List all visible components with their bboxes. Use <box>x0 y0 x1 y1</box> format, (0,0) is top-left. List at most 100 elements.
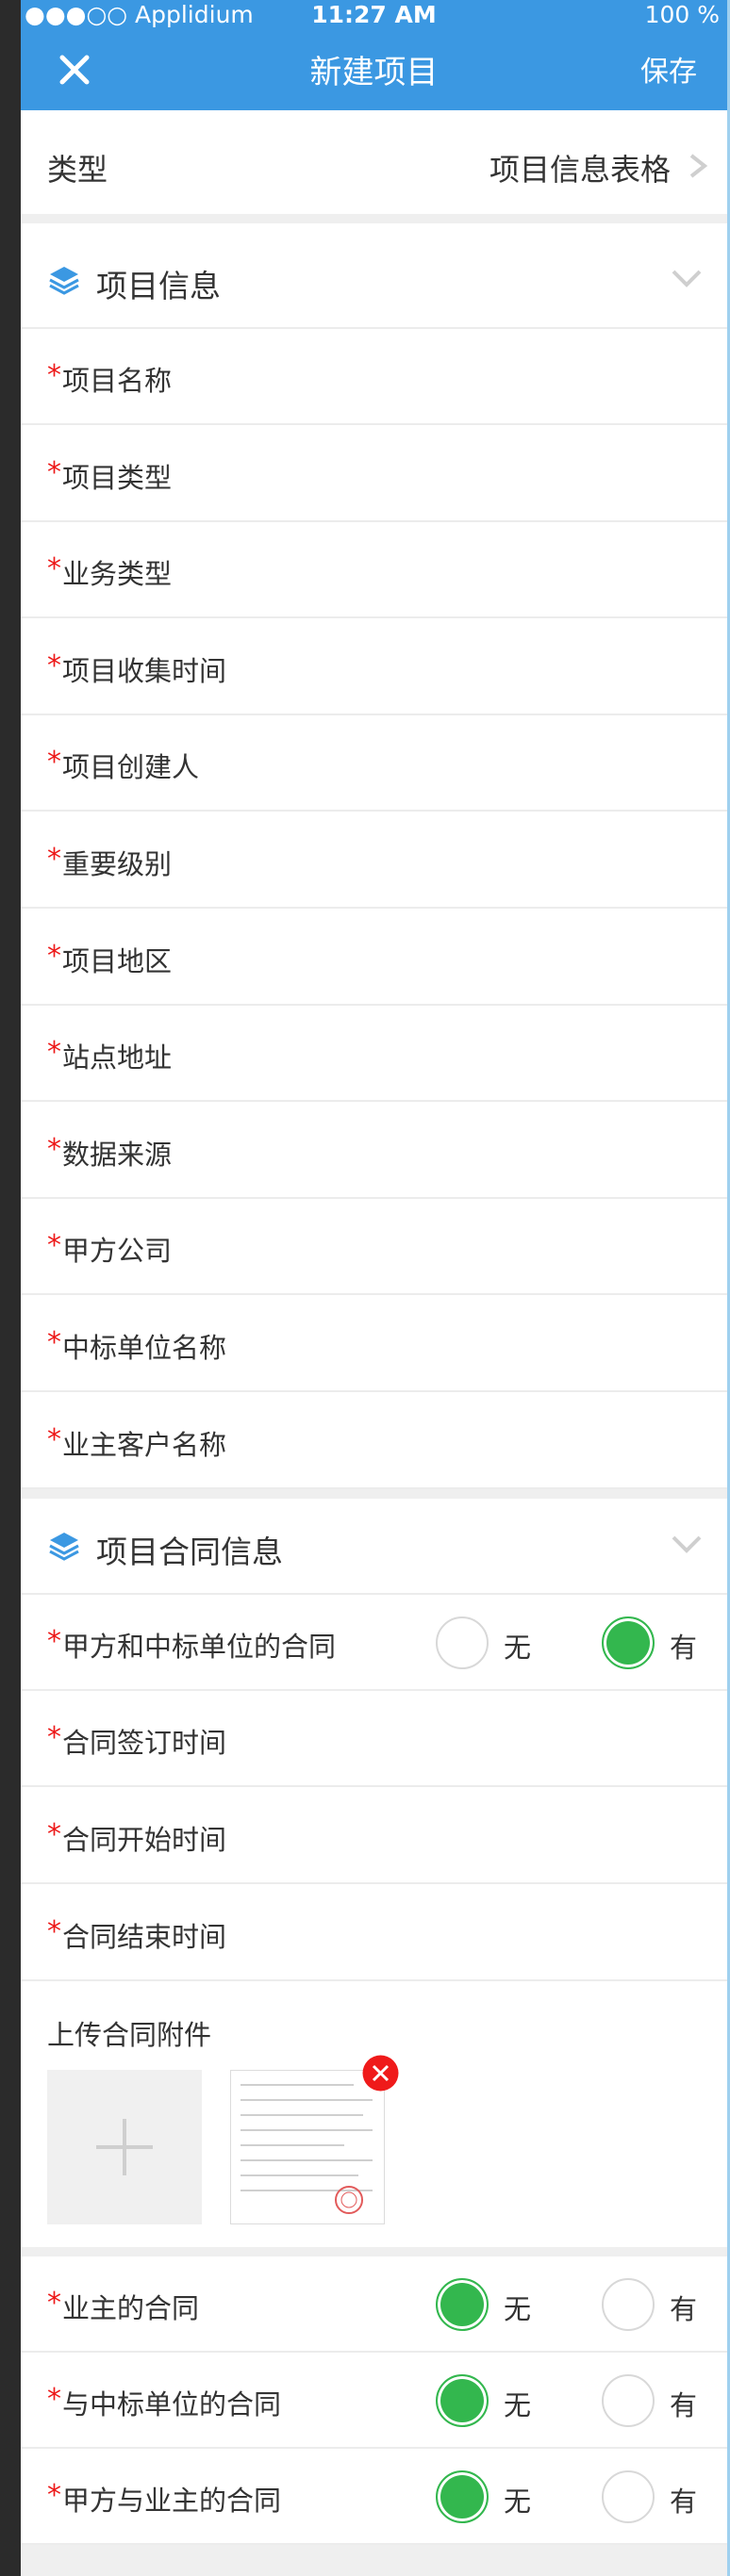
radio-no[interactable] <box>436 1616 489 1669</box>
option-yes-label: 有 <box>670 2389 698 2421</box>
required-mark: * <box>47 843 61 876</box>
status-time: 11:27 AM <box>311 1 437 28</box>
field-label: 项目创建人 <box>62 751 200 784</box>
option-yes-label: 有 <box>670 2293 698 2325</box>
required-mark: * <box>47 359 61 392</box>
field-label: 项目收集时间 <box>62 654 227 687</box>
required-mark: * <box>47 455 61 489</box>
field-label: 业主客户名称 <box>62 1428 227 1461</box>
option-no-label: 无 <box>504 2293 532 2325</box>
field-label: 甲方公司 <box>62 1235 173 1268</box>
form-field-row[interactable]: * 项目收集时间 <box>21 618 727 715</box>
nav-bar: 新建项目 保存 <box>21 29 727 110</box>
option-no-label: 无 <box>504 2389 532 2421</box>
stamp-icon <box>335 2186 363 2214</box>
required-mark: * <box>47 1625 61 1658</box>
form-field-row[interactable]: * 合同结束时间 <box>21 1885 727 1981</box>
section-header-project[interactable]: 项目信息 <box>21 233 727 329</box>
save-button[interactable]: 保存 <box>640 48 697 90</box>
required-mark: * <box>47 1036 61 1070</box>
form-field-row[interactable]: * 甲方公司 <box>21 1199 727 1296</box>
required-mark: * <box>47 1229 61 1263</box>
section-header-contract[interactable]: 项目合同信息 <box>21 1499 727 1595</box>
layers-icon <box>49 1533 79 1561</box>
option-no-label: 无 <box>504 1632 532 1664</box>
upload-title: 上传合同附件 <box>47 2019 212 2051</box>
status-bar: ●●●○○ Applidium 11:27 AM 100 % <box>21 0 727 29</box>
section-title: 项目信息 <box>96 268 221 304</box>
section-gap <box>21 2247 727 2256</box>
form-field-row[interactable]: * 项目创建人 <box>21 715 727 812</box>
radio-field-row: * 甲方和中标单位的合同 无 有 <box>21 1595 727 1691</box>
required-mark: * <box>47 1326 61 1359</box>
field-label: 项目名称 <box>62 365 173 397</box>
chevron-down-icon[interactable] <box>671 1534 703 1555</box>
section-title: 项目合同信息 <box>96 1534 283 1570</box>
form-field-row[interactable]: * 中标单位名称 <box>21 1296 727 1392</box>
field-label: 站点地址 <box>62 1042 173 1075</box>
radio-field-row: * 与中标单位的合同 无 有 <box>21 2353 727 2449</box>
required-mark: * <box>47 1721 61 1754</box>
field-label: 合同签订时间 <box>62 1727 227 1759</box>
required-mark: * <box>47 2479 61 2512</box>
form-field-row[interactable]: * 业务类型 <box>21 522 727 619</box>
field-label: 项目类型 <box>62 461 173 494</box>
device-frame-left <box>0 0 21 2576</box>
required-mark: * <box>47 1818 61 1851</box>
form-field-row[interactable]: * 数据来源 <box>21 1102 727 1199</box>
radio-no[interactable] <box>436 2470 489 2523</box>
required-mark: * <box>47 939 61 973</box>
field-label: 业务类型 <box>62 558 173 591</box>
layers-icon <box>49 267 79 295</box>
upload-contract-attachment: 上传合同附件 <box>21 1983 727 2247</box>
field-label: 项目地区 <box>62 944 173 977</box>
required-mark: * <box>47 2383 61 2416</box>
field-label: 中标单位名称 <box>62 1332 227 1364</box>
form-field-row[interactable]: * 合同签订时间 <box>21 1691 727 1787</box>
form-field-row[interactable]: * 业主客户名称 <box>21 1392 727 1489</box>
delete-icon[interactable] <box>362 2055 399 2092</box>
required-mark: * <box>47 1915 61 1948</box>
field-label: 业主的合同 <box>62 2292 200 2324</box>
radio-field-row: * 甲方与业主的合同 无 有 <box>21 2449 727 2545</box>
form-field-row[interactable]: * 项目类型 <box>21 425 727 522</box>
required-mark: * <box>47 552 61 586</box>
form-field-row[interactable]: * 项目名称 <box>21 329 727 425</box>
attachment-thumbnail[interactable] <box>230 2070 385 2224</box>
field-label: 重要级别 <box>62 848 173 880</box>
type-select-row[interactable]: 类型 项目信息表格 <box>21 110 727 223</box>
chevron-down-icon[interactable] <box>671 269 703 289</box>
required-mark: * <box>47 746 61 779</box>
page-title: 新建项目 <box>309 54 439 91</box>
option-no-label: 无 <box>504 2486 532 2518</box>
option-yes-label: 有 <box>670 2486 698 2518</box>
form-field-row[interactable]: * 重要级别 <box>21 812 727 909</box>
form-field-row[interactable]: * 项目地区 <box>21 909 727 1006</box>
field-label: 数据来源 <box>62 1138 173 1171</box>
bottom-filler <box>21 2545 727 2576</box>
plus-icon-stroke <box>123 2119 126 2175</box>
add-attachment-button[interactable] <box>47 2070 202 2224</box>
required-mark: * <box>47 2287 61 2320</box>
field-label: 合同开始时间 <box>62 1824 227 1856</box>
form-field-row[interactable]: * 合同开始时间 <box>21 1788 727 1884</box>
status-battery: 100 % <box>644 1 720 28</box>
type-value: 项目信息表格 <box>489 152 671 188</box>
required-mark: * <box>47 1422 61 1456</box>
radio-field-row: * 业主的合同 无 有 <box>21 2256 727 2353</box>
required-mark: * <box>47 648 61 682</box>
radio-yes[interactable] <box>602 2470 655 2523</box>
form-field-row[interactable]: * 站点地址 <box>21 1006 727 1103</box>
radio-yes[interactable] <box>602 2278 655 2331</box>
radio-yes[interactable] <box>602 2374 655 2427</box>
type-label: 类型 <box>47 152 108 188</box>
radio-no[interactable] <box>436 2278 489 2331</box>
field-label: 合同结束时间 <box>62 1921 227 1953</box>
radio-yes[interactable] <box>602 1616 655 1669</box>
field-label: 甲方与业主的合同 <box>62 2485 282 2517</box>
field-label: 与中标单位的合同 <box>62 2388 282 2420</box>
chevron-right-icon <box>689 154 708 178</box>
option-yes-label: 有 <box>670 1632 698 1664</box>
field-label: 甲方和中标单位的合同 <box>62 1631 337 1663</box>
radio-no[interactable] <box>436 2374 489 2427</box>
